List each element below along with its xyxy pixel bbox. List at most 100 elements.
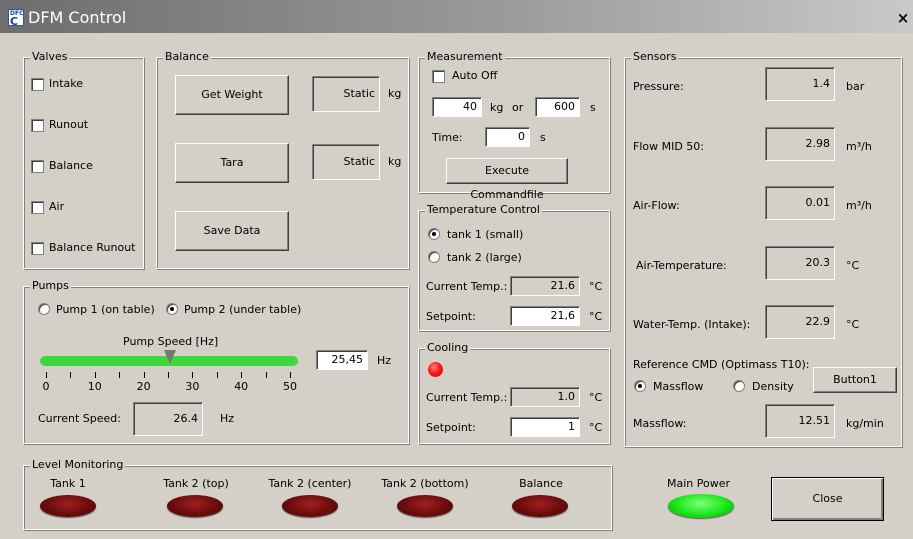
cooling-current-label: Current Temp.:: [426, 391, 508, 404]
valve-balance-runout-box[interactable]: [31, 242, 44, 255]
pump-speed-tick: [94, 372, 96, 378]
measurement-time-label: Time:: [432, 131, 463, 144]
pump-speed-tick: [216, 372, 218, 378]
massflow-unit: kg/min: [846, 417, 884, 430]
execute-commandfile-button[interactable]: Execute Commandfile: [446, 158, 568, 201]
measurement-group-title: Measurement: [425, 50, 505, 63]
sensor-water-temp-unit: °C: [846, 318, 860, 331]
level-tank2-bottom-label: Tank 2 (bottom): [381, 477, 469, 490]
valve-balance-runout-label: Balance Runout: [49, 241, 136, 254]
sensor-flow-label: Flow MID 50:: [633, 140, 705, 153]
level-tank2-center-label: Tank 2 (center): [268, 477, 352, 490]
pump2-radio-circle[interactable]: [166, 303, 178, 315]
valve-runout-label: Runout: [49, 118, 89, 131]
massflow-display: 12.51: [765, 404, 835, 438]
sensor-flow-display: 2.98: [765, 127, 835, 161]
tank2-radio-circle[interactable]: [428, 251, 440, 263]
sensor-water-temp-label: Water-Temp. (Intake):: [633, 318, 751, 331]
cooling-current-unit: °C: [589, 391, 603, 404]
balance-group-title: Balance: [163, 50, 211, 63]
auto-off-box[interactable]: [432, 70, 445, 83]
pump-speed-tick-label: 10: [87, 380, 102, 393]
close-window-icon[interactable]: ×: [896, 10, 910, 26]
measurement-s-input[interactable]: 600: [535, 97, 580, 117]
reference-cmd-label: Reference CMD (Optimass T10):: [633, 358, 810, 371]
button1[interactable]: Button1: [813, 367, 897, 393]
measurement-time-input[interactable]: 0: [485, 127, 530, 147]
main-power-label: Main Power: [667, 477, 731, 490]
weight-display-2-value: Static: [343, 155, 375, 168]
pump-current-speed-display: 26.4: [133, 402, 203, 436]
pump-speed-tick: [265, 372, 267, 378]
cooling-status-led: [428, 362, 443, 377]
sensor-air-temp-unit: °C: [846, 259, 860, 272]
app-icon-text-bottom: C: [10, 15, 19, 28]
pump-speed-tick-label: 20: [136, 380, 151, 393]
pump-speed-slider[interactable]: 0 10 20 30 40 50: [38, 350, 300, 400]
pump1-radio-label: Pump 1 (on table): [56, 303, 155, 316]
temp-current-unit: °C: [589, 280, 603, 293]
valve-balance-label: Balance: [49, 159, 93, 172]
level-tank1-label: Tank 1: [50, 477, 86, 490]
massflow-label: Massflow:: [633, 417, 687, 430]
save-data-button[interactable]: Save Data: [175, 211, 289, 251]
valve-air-box[interactable]: [31, 201, 44, 214]
sensor-pressure-label: Pressure:: [633, 80, 684, 93]
temp-setpoint-label: Setpoint:: [426, 310, 476, 323]
pump-speed-tick: [70, 372, 72, 378]
pump-current-speed-unit: Hz: [220, 412, 235, 425]
pump-speed-input[interactable]: 25,45: [316, 350, 368, 370]
valve-balance-box[interactable]: [31, 160, 44, 173]
auto-off-label: Auto Off: [452, 69, 498, 82]
level-monitoring-title: Level Monitoring: [30, 458, 126, 471]
tank1-radio-label: tank 1 (small): [447, 228, 524, 241]
cooling-current-display: 1.0: [510, 387, 580, 407]
weight-display-1: Static: [312, 76, 380, 112]
sensor-air-temp-label: Air-Temperature:: [636, 259, 727, 272]
tank2-radio-label: tank 2 (large): [447, 251, 522, 264]
density-radio-label: Density: [752, 380, 794, 393]
level-tank2-top-led: [167, 495, 223, 517]
level-tank1-led: [40, 495, 96, 517]
pump-speed-tick: [192, 372, 194, 378]
sensor-airflow-display: 0.01: [765, 186, 835, 220]
valve-air-label: Air: [49, 200, 65, 213]
valve-intake-label: Intake: [49, 77, 84, 90]
pump-speed-label: Pump Speed [Hz]: [123, 335, 219, 348]
window-title: DFM Control: [28, 8, 127, 27]
temperature-control-title: Temperature Control: [425, 203, 542, 216]
valve-runout-box[interactable]: [31, 119, 44, 132]
level-tank2-top-label: Tank 2 (top): [163, 477, 229, 490]
pump1-radio-circle[interactable]: [38, 303, 50, 315]
pump-speed-tick: [46, 372, 47, 378]
close-button[interactable]: Close: [771, 477, 884, 521]
sensor-flow-unit: m³/h: [846, 140, 872, 153]
valve-intake-box[interactable]: [31, 78, 44, 91]
sensor-water-temp-display: 22.9: [765, 305, 835, 339]
main-power-led: [668, 494, 734, 518]
level-balance-label: Balance: [519, 477, 563, 490]
sensor-pressure-unit: bar: [846, 80, 865, 93]
pump-speed-tick-label: 40: [234, 380, 249, 393]
temp-setpoint-input[interactable]: 21,6: [510, 306, 580, 326]
temp-setpoint-unit: °C: [589, 310, 603, 323]
pumps-group-title: Pumps: [30, 279, 71, 292]
pump-speed-tick-label: 30: [185, 380, 200, 393]
density-radio-circle[interactable]: [733, 380, 745, 392]
tank1-radio-circle[interactable]: [428, 228, 440, 240]
pump-speed-tick: [143, 372, 145, 378]
weight-display-1-value: Static: [343, 87, 375, 100]
get-weight-button[interactable]: Get Weight: [175, 75, 289, 115]
tara-button[interactable]: Tara: [175, 143, 289, 183]
massflow-radio-circle[interactable]: [634, 380, 646, 392]
pump-speed-tick-label: 50: [283, 380, 297, 393]
title-bar: DFC C DFM Control ×: [0, 0, 913, 33]
pump-speed-slider-thumb[interactable]: [164, 350, 177, 364]
dfm-control-window: DFC C DFM Control × Valves Intake Runout…: [0, 0, 913, 539]
measurement-kg-input[interactable]: 40: [432, 97, 482, 117]
sensor-pressure-display: 1.4: [765, 67, 835, 101]
measurement-s-unit: s: [590, 101, 596, 114]
cooling-setpoint-input[interactable]: 1: [510, 417, 580, 437]
measurement-time-unit: s: [540, 131, 546, 144]
measurement-kg-unit: kg: [490, 101, 504, 114]
